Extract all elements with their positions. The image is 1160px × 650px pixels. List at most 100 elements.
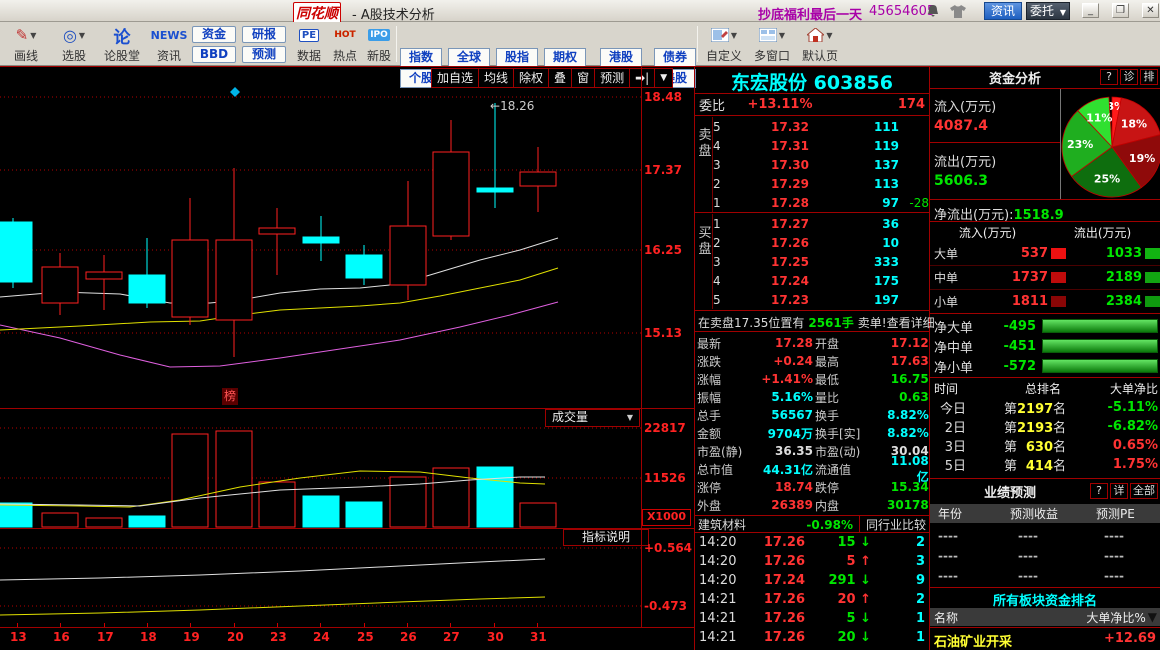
bbd-button[interactable]: BBD (192, 46, 236, 63)
rank-button[interactable]: 排 (1140, 69, 1158, 85)
sector-value: +12.69 (1104, 631, 1156, 650)
rank-value: 第2197名 (972, 398, 1098, 417)
default-page-button[interactable]: ▼ 默认页 (798, 24, 842, 64)
forum-button[interactable]: 论 论股堂 (100, 24, 144, 64)
volume-indicator-select[interactable]: 成交量▼ (545, 409, 640, 427)
rank-value: 第630名 (972, 436, 1098, 455)
order-label: 中单 (930, 269, 978, 286)
flow-pie-chart: 3%18%19%25%23%11% (1060, 89, 1160, 201)
tick-price: 17.26 (743, 535, 805, 550)
tick-price: 17.26 (743, 554, 805, 569)
kline-tool-叠[interactable]: 叠 (549, 68, 572, 88)
flame-icon: HOT (333, 29, 356, 41)
custom-page-button[interactable]: ▼ 自定义 (702, 24, 746, 64)
nav-港股[interactable]: 港股 (600, 48, 642, 67)
level-num: 1 (713, 196, 733, 210)
level-price: 17.27 (733, 217, 809, 231)
trade-entrust-button[interactable]: 委托 ▼ (1026, 2, 1070, 20)
nav-指数[interactable]: 指数 (400, 48, 442, 67)
promo-link[interactable]: 抄底福利最后一天 (758, 4, 862, 23)
news-mode-button[interactable]: 资讯 (984, 2, 1022, 20)
ipo-icon: IPO (368, 29, 390, 41)
kline-tool-加自选[interactable]: 加自选 (431, 68, 479, 88)
custom-icon (711, 28, 729, 42)
shirt-icon[interactable] (950, 5, 966, 18)
level-num: 3 (713, 158, 733, 172)
level-num: 5 (713, 120, 733, 134)
ask-level-4[interactable]: 417.31119 (695, 136, 929, 155)
stat-value: 17.63 (887, 354, 931, 368)
hot-button[interactable]: HOT 热点 (328, 24, 362, 64)
level-price: 17.23 (733, 293, 809, 307)
outflow-bar (1145, 272, 1160, 283)
performance-cell: ---- (1018, 549, 1104, 563)
indicator-help-button[interactable]: 指标说明 (563, 529, 649, 546)
research-button[interactable]: 研报 (242, 26, 286, 43)
rank-period: 3日 (930, 436, 972, 455)
bell-icon[interactable] (926, 4, 940, 19)
home-icon (807, 28, 824, 42)
level-num: 4 (713, 274, 733, 288)
stat-value: 15.34 (887, 480, 931, 494)
sort-down-icon[interactable]: ▼ (1148, 610, 1160, 624)
big-order-notice[interactable]: 在卖盘17.35位置有2561手卖单!查看详细 (695, 313, 929, 331)
stat-value: 16.75 (887, 372, 931, 386)
bid-level-2[interactable]: 217.2610 (695, 233, 929, 252)
tick-count: 2 (871, 535, 925, 550)
sector-row[interactable]: 石油矿业开采 +12.69 (934, 631, 1156, 650)
tick-price: 17.26 (743, 592, 805, 607)
order-label: 小单 (930, 293, 978, 310)
level-price: 17.24 (733, 274, 809, 288)
help-button[interactable]: ? (1100, 69, 1118, 85)
axis-label: 15.13 (644, 326, 682, 340)
chevron-down-icon[interactable]: ▼ (655, 68, 673, 88)
news-button[interactable]: NEWS 资讯 (146, 24, 192, 64)
nav-期权[interactable]: 期权 (544, 48, 586, 67)
ask-level-2[interactable]: 217.29113 (695, 174, 929, 193)
close-button[interactable]: ✕ (1142, 3, 1159, 18)
funds-button[interactable]: 资金 (192, 26, 236, 43)
kline-tool-窗[interactable]: 窗 (572, 68, 595, 88)
all-button[interactable]: 全部 (1130, 483, 1158, 499)
candlestick-chart[interactable] (0, 66, 641, 408)
draw-line-button[interactable]: ✎▼ 画线 (4, 24, 48, 64)
nav-全球[interactable]: 全球 (448, 48, 490, 67)
chevron-down-icon: ▼ (1060, 8, 1066, 17)
help-button[interactable]: ? (1090, 483, 1108, 499)
kline-tool-除权[interactable]: 除权 (514, 68, 549, 88)
pie-label: 18% (1121, 118, 1147, 131)
diagnose-button[interactable]: 诊 (1120, 69, 1138, 85)
industry-compare-button[interactable]: 同行业比较 (859, 516, 926, 533)
minimize-button[interactable]: _ (1082, 3, 1099, 18)
tick-row: 14:2117.2620 ↑2 (695, 590, 929, 609)
restore-button[interactable]: ❐ (1112, 3, 1129, 18)
chevron-down-icon: ▼ (826, 31, 832, 40)
outflow-bar (1145, 248, 1160, 259)
kline-tool-均线[interactable]: 均线 (479, 68, 514, 88)
rank-tag[interactable]: 榜 (222, 388, 238, 405)
inflow-bar (1051, 296, 1066, 307)
bid-level-5[interactable]: 517.23197 (695, 290, 929, 309)
forecast-button[interactable]: 预测 (242, 46, 286, 63)
multi-window-button[interactable]: ▼ 多窗口 (750, 24, 794, 64)
ask-level-3[interactable]: 317.30137 (695, 155, 929, 174)
nav-股指[interactable]: 股指 (496, 48, 538, 67)
funds-header: 资金分析 ? 诊 排 (930, 66, 1160, 88)
stock-picker-button[interactable]: ◎▼ 选股 (52, 24, 96, 64)
axis-label: -0.473 (644, 599, 687, 613)
ask-level-1[interactable]: 117.2897-28 (695, 193, 929, 212)
detail-button[interactable]: 详 (1110, 483, 1128, 499)
level-volume: 175 (809, 274, 899, 288)
kline-tool-预测[interactable]: 预测 (595, 68, 630, 88)
jump-icon[interactable]: ➡| (630, 68, 655, 88)
stat-value: 5.16% (759, 390, 815, 404)
bid-level-4[interactable]: 417.24175 (695, 271, 929, 290)
data-button[interactable]: PE 数据 (292, 24, 326, 64)
ask-level-5[interactable]: 517.32111 (695, 117, 929, 136)
bid-level-1[interactable]: 117.2736 (695, 214, 929, 233)
nav-债券[interactable]: 债券 (654, 48, 696, 67)
level-price: 17.31 (733, 139, 809, 153)
ipo-button[interactable]: IPO 新股 (362, 24, 396, 64)
bid-level-3[interactable]: 317.25333 (695, 252, 929, 271)
level-price: 17.25 (733, 255, 809, 269)
